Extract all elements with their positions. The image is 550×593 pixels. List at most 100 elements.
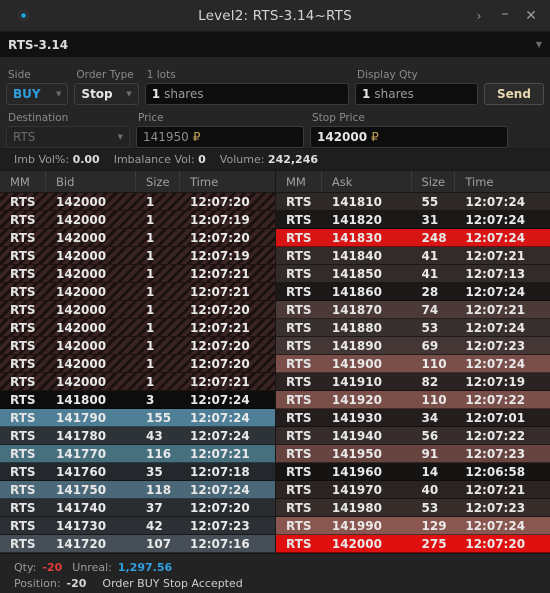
bid-size-cell: 1 bbox=[146, 302, 155, 317]
bid-header-price[interactable]: Bid bbox=[46, 171, 136, 192]
bid-size-cell: 37 bbox=[146, 500, 163, 515]
send-button[interactable]: Send bbox=[483, 83, 544, 105]
bid-time-cell: 12:07:20 bbox=[190, 230, 250, 245]
table-row[interactable]: RTS 141840 41 12:07:21 bbox=[276, 247, 550, 265]
quantity-input[interactable]: 1 shares bbox=[144, 83, 350, 105]
chevron-down-icon[interactable]: ▼ bbox=[118, 133, 123, 141]
table-row[interactable]: RTS 141770 116 12:07:21 bbox=[0, 445, 275, 463]
table-row[interactable]: RTS 141910 82 12:07:19 bbox=[276, 373, 550, 391]
chevron-down-icon[interactable]: ▼ bbox=[536, 40, 542, 49]
table-row[interactable]: RTS 141800 3 12:07:24 bbox=[0, 391, 275, 409]
ask-header-time[interactable]: Time bbox=[455, 171, 550, 192]
table-row[interactable]: RTS 141790 155 12:07:24 bbox=[0, 409, 275, 427]
unreal-value: 1,297.56 bbox=[117, 560, 173, 574]
display-qty-input[interactable]: 1 shares bbox=[355, 83, 478, 105]
table-row[interactable]: RTS 142000 1 12:07:20 bbox=[0, 301, 275, 319]
table-row[interactable]: RTS 141930 34 12:07:01 bbox=[276, 409, 550, 427]
bid-header-size[interactable]: Size bbox=[136, 171, 180, 192]
table-row[interactable]: RTS 142000 1 12:07:21 bbox=[0, 283, 275, 301]
ask-size-cell: 56 bbox=[421, 428, 439, 443]
table-row[interactable]: RTS 142000 1 12:07:19 bbox=[0, 211, 275, 229]
table-row[interactable]: RTS 142000 1 12:07:21 bbox=[0, 319, 275, 337]
table-row[interactable]: RTS 141920 110 12:07:22 bbox=[276, 391, 550, 409]
table-row[interactable]: RTS 142000 1 12:07:21 bbox=[0, 265, 275, 283]
table-row[interactable]: RTS 142000 1 12:07:20 bbox=[0, 193, 275, 211]
table-row[interactable]: RTS 142000 1 12:07:21 bbox=[0, 373, 275, 391]
book-column-headers: MM Bid Size Time MM Ask Size Time bbox=[0, 171, 550, 193]
destination-value: RTS bbox=[13, 130, 36, 144]
bid-price-cell: 142000 bbox=[56, 338, 107, 353]
volume-label: Volume: bbox=[219, 153, 265, 166]
order-type-value: Stop bbox=[81, 87, 113, 101]
table-row[interactable]: RTS 141880 53 12:07:24 bbox=[276, 319, 550, 337]
bid-mm-cell: RTS bbox=[10, 446, 36, 461]
table-row[interactable]: RTS 141750 118 12:07:24 bbox=[0, 481, 275, 499]
ask-price-cell: 141830 bbox=[331, 230, 382, 245]
symbol-label: RTS-3.14 bbox=[8, 37, 69, 52]
position-value: -20 bbox=[66, 576, 87, 590]
table-row[interactable]: RTS 141780 43 12:07:24 bbox=[0, 427, 275, 445]
bid-size-cell: 43 bbox=[146, 428, 163, 443]
table-row[interactable]: RTS 141820 31 12:07:24 bbox=[276, 211, 550, 229]
record-dot-icon bbox=[17, 10, 29, 21]
price-input[interactable]: 141950 ₽ bbox=[136, 126, 304, 148]
bid-price-cell: 142000 bbox=[56, 212, 107, 227]
order-status-row: Position: -20 Order BUY Stop Accepted bbox=[14, 577, 550, 590]
table-row[interactable]: RTS 141960 14 12:06:58 bbox=[276, 463, 550, 481]
minimize-icon[interactable]: – bbox=[492, 3, 518, 29]
ask-time-cell: 12:07:22 bbox=[465, 428, 526, 443]
table-row[interactable]: RTS 141950 91 12:07:23 bbox=[276, 445, 550, 463]
order-entry-form: Side BUY ▼ Order Type Stop ▼ 1 lots 1 sh… bbox=[0, 58, 550, 149]
ask-time-cell: 12:06:58 bbox=[465, 464, 526, 479]
table-row[interactable]: RTS 142000 1 12:07:20 bbox=[0, 229, 275, 247]
ask-header-mm[interactable]: MM bbox=[276, 171, 322, 192]
order-type-label: Order Type bbox=[76, 69, 134, 81]
table-row[interactable]: RTS 141970 40 12:07:21 bbox=[276, 481, 550, 499]
expand-chevron-icon[interactable]: › bbox=[466, 3, 492, 29]
bid-time-cell: 12:07:18 bbox=[190, 464, 250, 479]
bid-price-cell: 141790 bbox=[56, 410, 107, 425]
currency-ruble-icon: ₽ bbox=[371, 130, 379, 144]
table-row[interactable]: RTS 142000 1 12:07:19 bbox=[0, 247, 275, 265]
ask-price-cell: 142000 bbox=[331, 536, 382, 551]
table-row[interactable]: RTS 141720 107 12:07:16 bbox=[0, 535, 275, 553]
table-row[interactable]: RTS 141990 129 12:07:24 bbox=[276, 517, 550, 535]
table-row[interactable]: RTS 141940 56 12:07:22 bbox=[276, 427, 550, 445]
table-row[interactable]: RTS 141850 41 12:07:13 bbox=[276, 265, 550, 283]
symbol-selector[interactable]: RTS-3.14 ▼ bbox=[0, 32, 550, 58]
ask-mm-cell: RTS bbox=[286, 356, 312, 371]
side-dropdown[interactable]: BUY ▼ bbox=[6, 83, 69, 105]
quantity-field: 1 lots 1 shares bbox=[144, 69, 350, 105]
order-type-dropdown[interactable]: Stop ▼ bbox=[74, 83, 139, 105]
bid-time-cell: 12:07:20 bbox=[190, 302, 250, 317]
table-row[interactable]: RTS 141730 42 12:07:23 bbox=[0, 517, 275, 535]
chevron-down-icon[interactable]: ▼ bbox=[56, 90, 61, 98]
table-row[interactable]: RTS 141830 248 12:07:24 bbox=[276, 229, 550, 247]
side-field: Side BUY ▼ bbox=[6, 69, 69, 105]
bid-time-cell: 12:07:21 bbox=[190, 266, 250, 281]
table-row[interactable]: RTS 141760 35 12:07:18 bbox=[0, 463, 275, 481]
table-row[interactable]: RTS 141870 74 12:07:21 bbox=[276, 301, 550, 319]
table-row[interactable]: RTS 141980 53 12:07:23 bbox=[276, 499, 550, 517]
destination-dropdown[interactable]: RTS ▼ bbox=[6, 126, 130, 148]
bid-mm-cell: RTS bbox=[10, 248, 36, 263]
close-icon[interactable]: ✕ bbox=[518, 3, 544, 29]
price-field: Price 141950 ₽ bbox=[136, 112, 304, 148]
chevron-down-icon[interactable]: ▼ bbox=[126, 90, 131, 98]
bid-size-cell: 1 bbox=[146, 374, 155, 389]
table-row[interactable]: RTS 141810 55 12:07:24 bbox=[276, 193, 550, 211]
stop-price-input[interactable]: 142000 ₽ bbox=[310, 126, 508, 148]
bid-header-mm[interactable]: MM bbox=[0, 171, 46, 192]
bid-time-cell: 12:07:16 bbox=[190, 536, 250, 551]
bid-header-time[interactable]: Time bbox=[180, 171, 275, 192]
table-row[interactable]: RTS 142000 275 12:07:20 bbox=[276, 535, 550, 553]
table-row[interactable]: RTS 142000 1 12:07:20 bbox=[0, 337, 275, 355]
table-row[interactable]: RTS 141860 28 12:07:24 bbox=[276, 283, 550, 301]
table-row[interactable]: RTS 141890 69 12:07:23 bbox=[276, 337, 550, 355]
table-row[interactable]: RTS 142000 1 12:07:20 bbox=[0, 355, 275, 373]
ask-header-price[interactable]: Ask bbox=[322, 171, 412, 192]
ask-header-size[interactable]: Size bbox=[412, 171, 456, 192]
table-row[interactable]: RTS 141900 110 12:07:24 bbox=[276, 355, 550, 373]
ask-mm-cell: RTS bbox=[286, 410, 312, 425]
table-row[interactable]: RTS 141740 37 12:07:20 bbox=[0, 499, 275, 517]
